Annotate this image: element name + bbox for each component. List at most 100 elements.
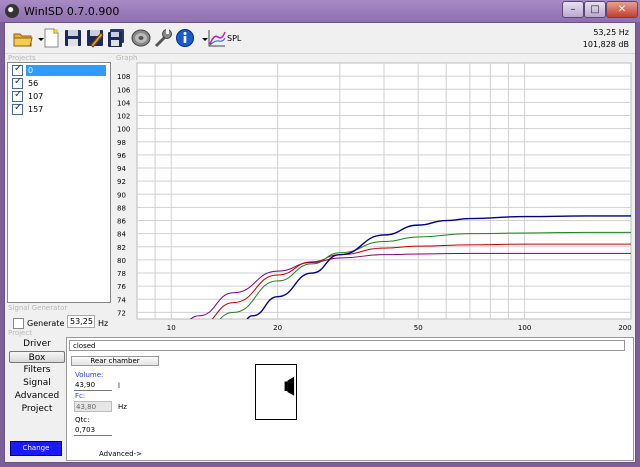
- project-item[interactable]: 157: [10, 102, 108, 116]
- y-tick-label: 88: [117, 204, 126, 212]
- info-button[interactable]: [175, 27, 195, 49]
- project-item[interactable]: 56: [10, 76, 108, 90]
- app-icon: [5, 4, 19, 18]
- enclosure-diagram: [255, 364, 297, 420]
- save-all-button[interactable]: [106, 27, 126, 49]
- y-tick-label: 100: [117, 126, 130, 134]
- graph-icon: [208, 30, 226, 47]
- rear-chamber-button[interactable]: Rear chamber: [71, 356, 159, 366]
- generate-checkbox[interactable]: [13, 318, 24, 329]
- project-label: 0: [26, 65, 106, 76]
- y-tick-label: 96: [117, 152, 126, 160]
- info-dropdown[interactable]: [195, 27, 208, 49]
- projects-section-label: Projects: [8, 54, 36, 62]
- project-tab-box[interactable]: Box: [9, 351, 65, 363]
- project-tab-signal[interactable]: Signal: [9, 377, 65, 389]
- minimize-button[interactable]: –: [562, 1, 584, 18]
- save-button[interactable]: [63, 27, 83, 49]
- save-icon: [65, 30, 81, 46]
- cursor-readout: 53,25 Hz 101,828 dB: [583, 27, 629, 51]
- project-checkbox[interactable]: [12, 102, 23, 115]
- y-tick-label: 104: [117, 99, 131, 107]
- y-tick-label: 82: [117, 244, 126, 252]
- title-bar: WinISD 0.7.0.900 – □ ✕: [0, 0, 640, 22]
- y-tick-label: 106: [117, 86, 131, 94]
- project-item[interactable]: 0: [10, 63, 108, 77]
- signal-generator-section-label: Signal Generator: [8, 304, 68, 312]
- y-tick-label: 102: [117, 113, 130, 121]
- x-tick-label: 200: [618, 324, 631, 332]
- spl-graph[interactable]: 72 74 76 78 80 82 84 86 88 90 92 94 96 98 100 102 104 106…: [115, 60, 635, 333]
- new-document-icon: [44, 28, 59, 48]
- x-tick-label: 100: [518, 324, 531, 332]
- close-icon: ✕: [617, 4, 627, 15]
- box-type-select[interactable]: closed: [69, 340, 625, 351]
- main-window: SPL 53,25 Hz 101,828 dB Projects Graph 0…: [4, 22, 636, 463]
- y-tick-label: 86: [117, 218, 126, 226]
- speaker-driver-icon: [131, 29, 151, 47]
- driver-editor-button[interactable]: [131, 27, 151, 49]
- y-tick-label: 76: [117, 283, 126, 291]
- x-tick-label: 10: [167, 324, 176, 332]
- x-tick-label: 50: [414, 324, 423, 332]
- open-folder-icon: [13, 33, 33, 47]
- toolbar: SPL 53,25 Hz 101,828 dB: [5, 23, 635, 54]
- y-tick-label: 92: [117, 178, 126, 186]
- minimize-icon: –: [570, 4, 576, 15]
- info-icon: [176, 29, 194, 47]
- open-button[interactable]: [13, 27, 33, 49]
- wrench-icon: [154, 29, 172, 48]
- project-tab-driver[interactable]: Driver: [9, 338, 65, 350]
- generate-label: Generate: [27, 319, 65, 328]
- projects-list[interactable]: 0 56 107 157: [7, 62, 111, 303]
- new-button[interactable]: [41, 27, 61, 49]
- maximize-icon: □: [590, 4, 600, 15]
- y-tick-label: 90: [117, 191, 126, 199]
- y-tick-label: 80: [117, 257, 126, 265]
- y-tick-label: 98: [117, 139, 126, 147]
- y-tick-label: 72: [117, 309, 126, 317]
- qtc-label: Qtc:: [75, 416, 90, 424]
- box-panel: closed Rear chamber Volume: 43,90 l Fc: …: [66, 337, 634, 461]
- y-tick-label: 84: [117, 231, 126, 239]
- fc-unit: Hz: [118, 403, 127, 411]
- spl-label: SPL: [227, 34, 242, 43]
- project-section-label: Project: [8, 329, 32, 337]
- volume-label: Volume:: [75, 371, 104, 379]
- save-as-button[interactable]: [85, 27, 105, 49]
- spl-graph-button[interactable]: [207, 27, 227, 49]
- readout-frequency: 53,25 Hz: [593, 28, 629, 37]
- volume-unit: l: [118, 382, 120, 390]
- y-tick-label: 94: [117, 165, 126, 173]
- y-tick-label: 74: [117, 296, 126, 304]
- volume-input[interactable]: 43,90: [74, 380, 112, 391]
- project-label: 157: [28, 105, 44, 114]
- advanced-link[interactable]: Advanced->: [99, 450, 142, 458]
- close-button[interactable]: ✕: [606, 1, 638, 18]
- project-tab-project[interactable]: Project: [9, 403, 65, 415]
- speaker-in-box-icon: [284, 376, 295, 396]
- readout-level: 101,828 dB: [582, 40, 629, 49]
- project-checkbox[interactable]: [12, 89, 23, 102]
- project-item[interactable]: 107: [10, 89, 108, 103]
- fc-input: 43,80: [74, 401, 112, 412]
- tools-button[interactable]: [153, 27, 173, 49]
- project-checkbox[interactable]: [12, 63, 23, 76]
- change-button[interactable]: Change: [10, 441, 62, 456]
- project-tab-advanced[interactable]: Advanced: [9, 390, 65, 402]
- save-as-icon: [87, 30, 104, 48]
- window-title: WinISD 0.7.0.900: [24, 5, 120, 18]
- project-label: 56: [28, 79, 39, 88]
- maximize-button[interactable]: □: [584, 1, 606, 18]
- project-label: 107: [28, 92, 44, 101]
- save-all-icon: [108, 29, 124, 47]
- project-checkbox[interactable]: [12, 76, 23, 89]
- open-dropdown[interactable]: [31, 27, 44, 49]
- project-tab-filters[interactable]: Filters: [9, 364, 65, 376]
- qtc-input[interactable]: 0,703: [74, 425, 112, 436]
- y-tick-label: 108: [117, 73, 130, 81]
- y-tick-label: 78: [117, 270, 126, 278]
- generator-frequency-input[interactable]: 53,25: [67, 315, 95, 328]
- x-tick-label: 20: [273, 324, 282, 332]
- generator-frequency-unit: Hz: [98, 319, 109, 328]
